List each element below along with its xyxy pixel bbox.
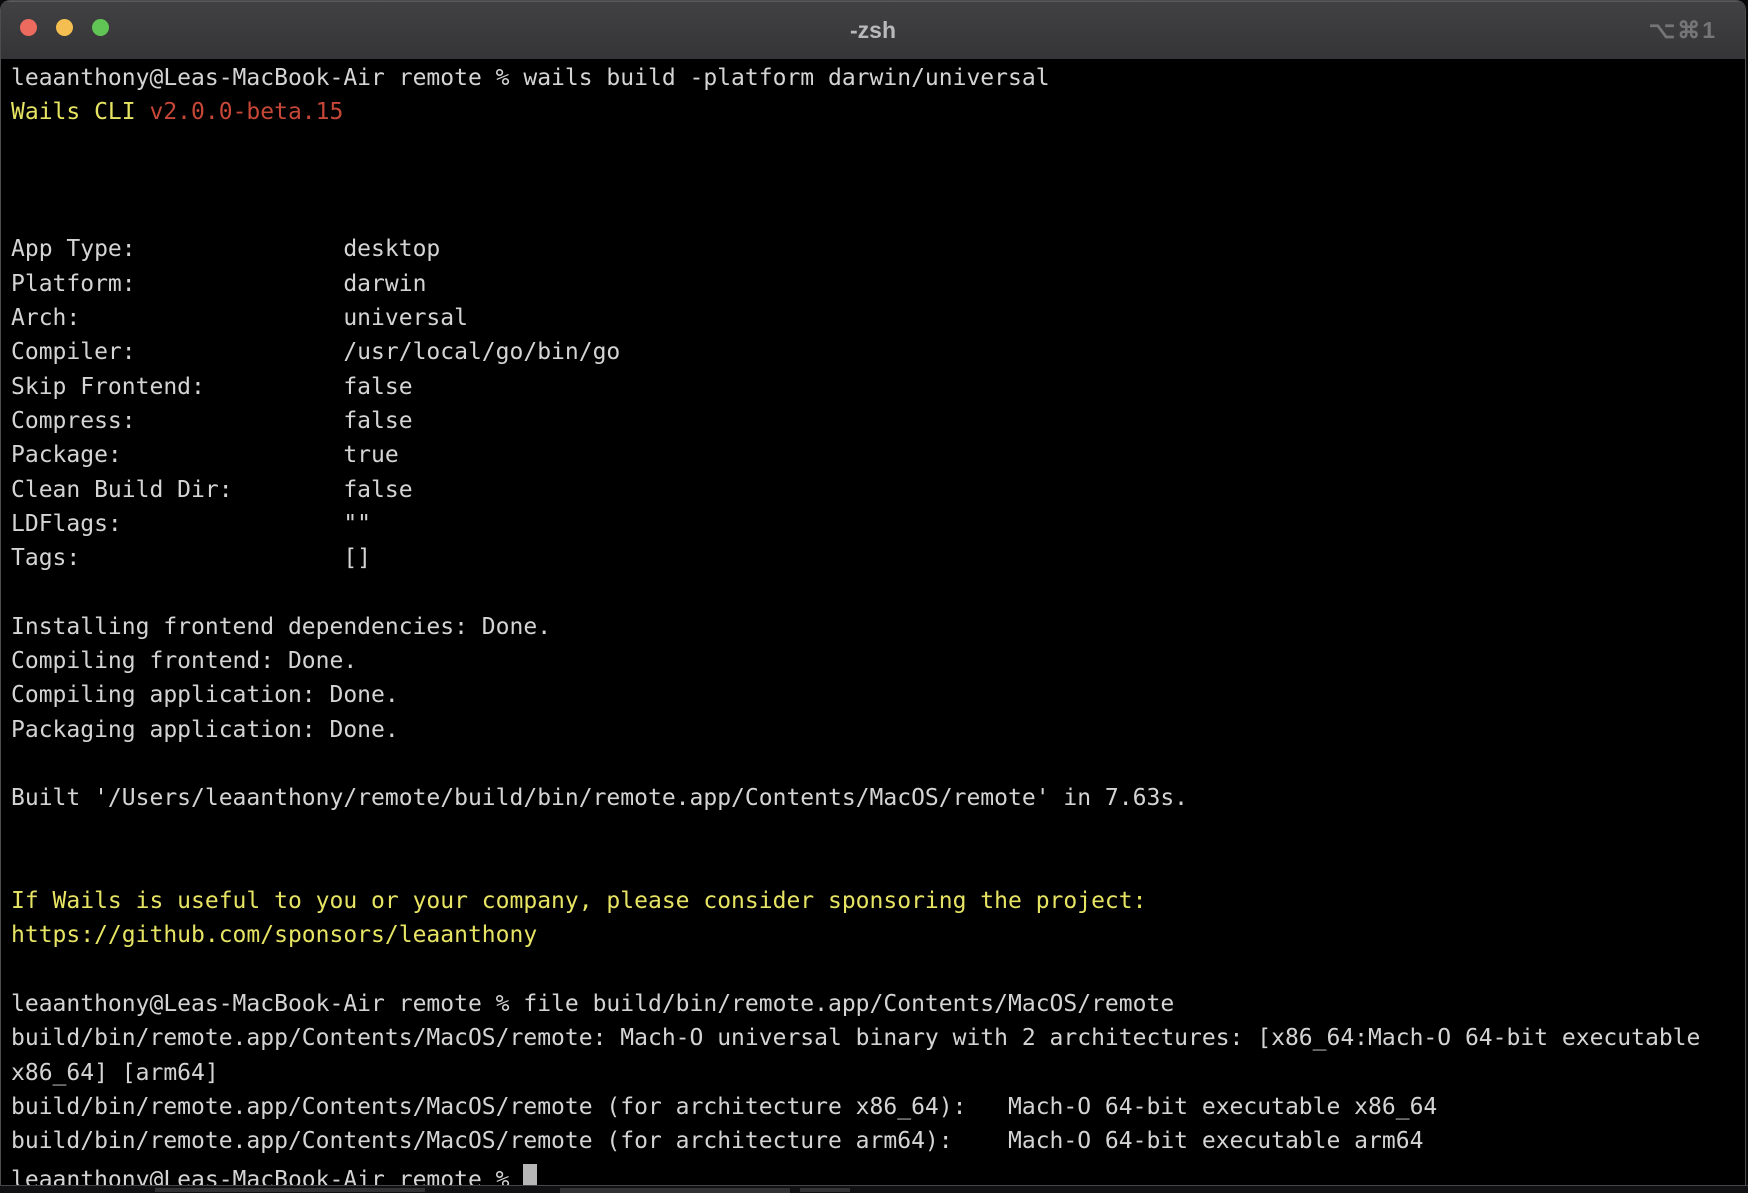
terminal-line: If Wails is useful to you or your compan… — [11, 884, 1745, 918]
terminal-cursor — [523, 1164, 537, 1186]
terminal-line: Wails CLI v2.0.0-beta.15 — [11, 95, 1745, 129]
terminal-line: build/bin/remote.app/Contents/MacOS/remo… — [11, 1090, 1745, 1124]
terminal-text-segment: Compiler: /usr/local/go/bin/go — [11, 339, 620, 365]
terminal-text-segment: Installing frontend dependencies: Done. — [11, 614, 551, 640]
terminal-text-segment: https://github.com/sponsors/leaanthony — [11, 922, 537, 948]
terminal-line: App Type: desktop — [11, 232, 1745, 266]
window-title: -zsh — [1, 1, 1745, 59]
terminal-text-segment: build/bin/remote.app/Contents/MacOS/remo… — [11, 1094, 1437, 1120]
terminal-line — [11, 130, 1745, 164]
terminal-text-segment: Tags: [] — [11, 545, 371, 571]
terminal-text-segment: Platform: darwin — [11, 271, 426, 297]
terminal-line: LDFlags: "" — [11, 507, 1745, 541]
terminal-line: x86_64] [arm64] — [11, 1056, 1745, 1090]
terminal-line — [11, 747, 1745, 781]
terminal-text-segment: Built '/Users/leaanthony/remote/build/bi… — [11, 785, 1188, 811]
terminal-text-segment: x86_64] [arm64] — [11, 1060, 219, 1086]
terminal-line: https://github.com/sponsors/leaanthony — [11, 918, 1745, 952]
background-window-artifact — [155, 1188, 425, 1192]
terminal-line: leaanthony@Leas-MacBook-Air remote % fil… — [11, 987, 1745, 1021]
terminal-text-segment: build/bin/remote.app/Contents/MacOS/remo… — [11, 1128, 1423, 1154]
terminal-line — [11, 953, 1745, 987]
terminal-text-segment: Clean Build Dir: false — [11, 477, 413, 503]
background-window-artifact — [560, 1188, 790, 1193]
terminal-output[interactable]: leaanthony@Leas-MacBook-Air remote % wai… — [1, 59, 1745, 1185]
terminal-text-segment: leaanthony@Leas-MacBook-Air remote % — [11, 1167, 523, 1186]
terminal-line: Skip Frontend: false — [11, 370, 1745, 404]
terminal-line: Package: true — [11, 438, 1745, 472]
terminal-text-segment: leaanthony@Leas-MacBook-Air remote % fil… — [11, 991, 1174, 1017]
terminal-line: Packaging application: Done. — [11, 713, 1745, 747]
terminal-text-segment: Packaging application: Done. — [11, 717, 399, 743]
terminal-line: Built '/Users/leaanthony/remote/build/bi… — [11, 781, 1745, 815]
terminal-line: leaanthony@Leas-MacBook-Air remote % wai… — [11, 61, 1745, 95]
terminal-line: leaanthony@Leas-MacBook-Air remote % — [11, 1159, 1745, 1186]
terminal-line — [11, 575, 1745, 609]
terminal-line: Compress: false — [11, 404, 1745, 438]
terminal-line: Clean Build Dir: false — [11, 473, 1745, 507]
terminal-text-segment: Package: true — [11, 442, 399, 468]
terminal-text-segment: Compress: false — [11, 408, 413, 434]
terminal-text-segment: build/bin/remote.app/Contents/MacOS/remo… — [11, 1025, 1700, 1051]
terminal-line: Tags: [] — [11, 541, 1745, 575]
tab-keyboard-shortcut: ⌥⌘1 — [1649, 1, 1717, 59]
terminal-line: Platform: darwin — [11, 267, 1745, 301]
terminal-line: Compiling frontend: Done. — [11, 644, 1745, 678]
background-window-artifact — [800, 1188, 850, 1192]
terminal-text-segment: Compiling frontend: Done. — [11, 648, 357, 674]
terminal-text-segment: App Type: desktop — [11, 236, 440, 262]
terminal-line — [11, 816, 1745, 850]
terminal-window: -zsh ⌥⌘1 leaanthony@Leas-MacBook-Air rem… — [0, 0, 1746, 1185]
terminal-text-segment: Skip Frontend: false — [11, 374, 413, 400]
terminal-line — [11, 850, 1745, 884]
terminal-line: build/bin/remote.app/Contents/MacOS/remo… — [11, 1124, 1745, 1158]
terminal-text-segment: Arch: universal — [11, 305, 468, 331]
terminal-text-segment: Wails CLI — [11, 99, 149, 125]
terminal-line: Arch: universal — [11, 301, 1745, 335]
terminal-line — [11, 164, 1745, 198]
terminal-text-segment: leaanthony@Leas-MacBook-Air remote % wai… — [11, 65, 1050, 91]
terminal-line: Compiling application: Done. — [11, 678, 1745, 712]
terminal-line: Installing frontend dependencies: Done. — [11, 610, 1745, 644]
terminal-text-segment: v2.0.0-beta.15 — [149, 99, 343, 125]
terminal-text-segment: LDFlags: "" — [11, 511, 371, 537]
terminal-line: build/bin/remote.app/Contents/MacOS/remo… — [11, 1021, 1745, 1055]
terminal-text-segment: If Wails is useful to you or your compan… — [11, 888, 1146, 914]
terminal-text-segment: Compiling application: Done. — [11, 682, 399, 708]
terminal-line: Compiler: /usr/local/go/bin/go — [11, 335, 1745, 369]
terminal-line — [11, 198, 1745, 232]
titlebar[interactable]: -zsh ⌥⌘1 — [1, 1, 1745, 60]
